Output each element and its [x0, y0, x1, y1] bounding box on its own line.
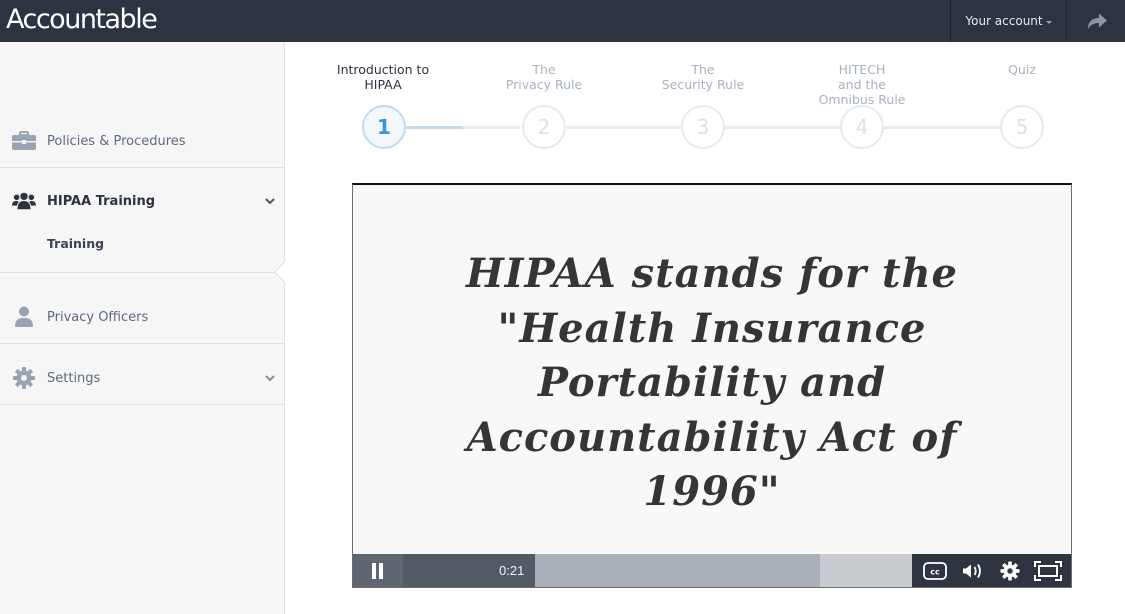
- caret-down-icon: [1045, 20, 1052, 24]
- current-time: 0:21: [499, 563, 525, 578]
- step-4-button[interactable]: 4: [840, 105, 884, 149]
- step-2-label: The Privacy Rule: [505, 62, 583, 92]
- step-3-button[interactable]: 3: [681, 105, 725, 149]
- sidebar-item-settings: Settings: [0, 344, 284, 405]
- sidebar-link-hipaa-training[interactable]: HIPAA Training: [0, 189, 284, 213]
- video-controls-right: cc: [912, 554, 1071, 587]
- step-1-button[interactable]: 1: [362, 105, 406, 149]
- user-icon: [12, 306, 36, 327]
- account-menu-button[interactable]: Your account: [950, 0, 1067, 42]
- step-3-label: The Security Rule: [661, 62, 745, 92]
- sidebar-link-settings[interactable]: Settings: [0, 366, 284, 390]
- video-controls: 0:21 cc: [353, 554, 1071, 587]
- users-icon: [12, 191, 36, 211]
- sidebar-link-privacy-officers[interactable]: Privacy Officers: [0, 305, 284, 329]
- sidebar-label: Policies & Procedures: [47, 133, 186, 149]
- volume-button[interactable]: [957, 557, 989, 585]
- video-frame-text: HIPAA stands for the "Health Insurance P…: [353, 247, 1071, 520]
- share-arrow-icon: [1087, 13, 1107, 29]
- step-connector: [463, 126, 520, 129]
- course-stepper: Introduction to HIPAA The Privacy Rule T…: [285, 42, 1125, 172]
- video-player[interactable]: HIPAA stands for the "Health Insurance P…: [352, 183, 1072, 588]
- slide-line: Portability and: [537, 359, 887, 406]
- sidebar-item-privacy-officers: Privacy Officers: [0, 273, 284, 344]
- captions-button[interactable]: cc: [919, 557, 951, 585]
- share-button[interactable]: [1068, 0, 1125, 42]
- step-connector: [884, 126, 1000, 129]
- sidebar-item-policies: Policies & Procedures: [0, 42, 284, 168]
- slide-line: 1996": [643, 468, 781, 515]
- chevron-down-icon[interactable]: [264, 373, 276, 383]
- sidebar-label: Privacy Officers: [47, 309, 149, 325]
- video-seek-bar[interactable]: 0:21: [403, 554, 912, 587]
- briefcase-icon: [12, 131, 36, 151]
- fullscreen-icon: [1034, 561, 1063, 581]
- chevron-down-icon[interactable]: [264, 196, 276, 206]
- step-connector: [725, 126, 840, 129]
- slide-line: "Health Insurance: [497, 304, 927, 352]
- svg-text:cc: cc: [930, 568, 940, 577]
- slide-line: HIPAA stands for the: [466, 250, 958, 297]
- volume-icon: [962, 564, 981, 578]
- pause-icon: [372, 563, 383, 579]
- settings-button[interactable]: [994, 557, 1026, 585]
- step-progress-line: [405, 126, 463, 129]
- settings-gear-icon: [1000, 561, 1020, 581]
- fullscreen-button[interactable]: [1032, 557, 1064, 585]
- gear-icon: [12, 367, 36, 389]
- step-2-button[interactable]: 2: [522, 105, 566, 149]
- sidebar-label: Settings: [47, 370, 101, 386]
- step-5-label: Quiz: [1008, 62, 1036, 77]
- sidebar-item-hipaa-training: HIPAA Training Training: [0, 168, 284, 273]
- step-5-button[interactable]: 5: [1000, 105, 1044, 149]
- account-label: Your account: [965, 14, 1043, 28]
- top-bar: Accountable Your account: [0, 0, 1125, 42]
- step-4-label: HITECH and the Omnibus Rule: [818, 62, 906, 107]
- sidebar: Policies & Procedures HIPAA Training Tra…: [0, 42, 286, 614]
- slide-line: Accountability Act of: [466, 413, 958, 461]
- sidebar-label: HIPAA Training: [47, 193, 156, 209]
- active-item-pointer: [274, 260, 286, 284]
- sidebar-subitem-training[interactable]: Training: [47, 236, 104, 251]
- pause-button[interactable]: [353, 554, 403, 587]
- step-1-label: Introduction to HIPAA: [336, 62, 430, 92]
- logo[interactable]: Accountable: [6, 1, 158, 39]
- closed-captions-icon: cc: [922, 562, 947, 580]
- step-connector: [566, 126, 681, 129]
- sidebar-link-policies[interactable]: Policies & Procedures: [0, 129, 284, 153]
